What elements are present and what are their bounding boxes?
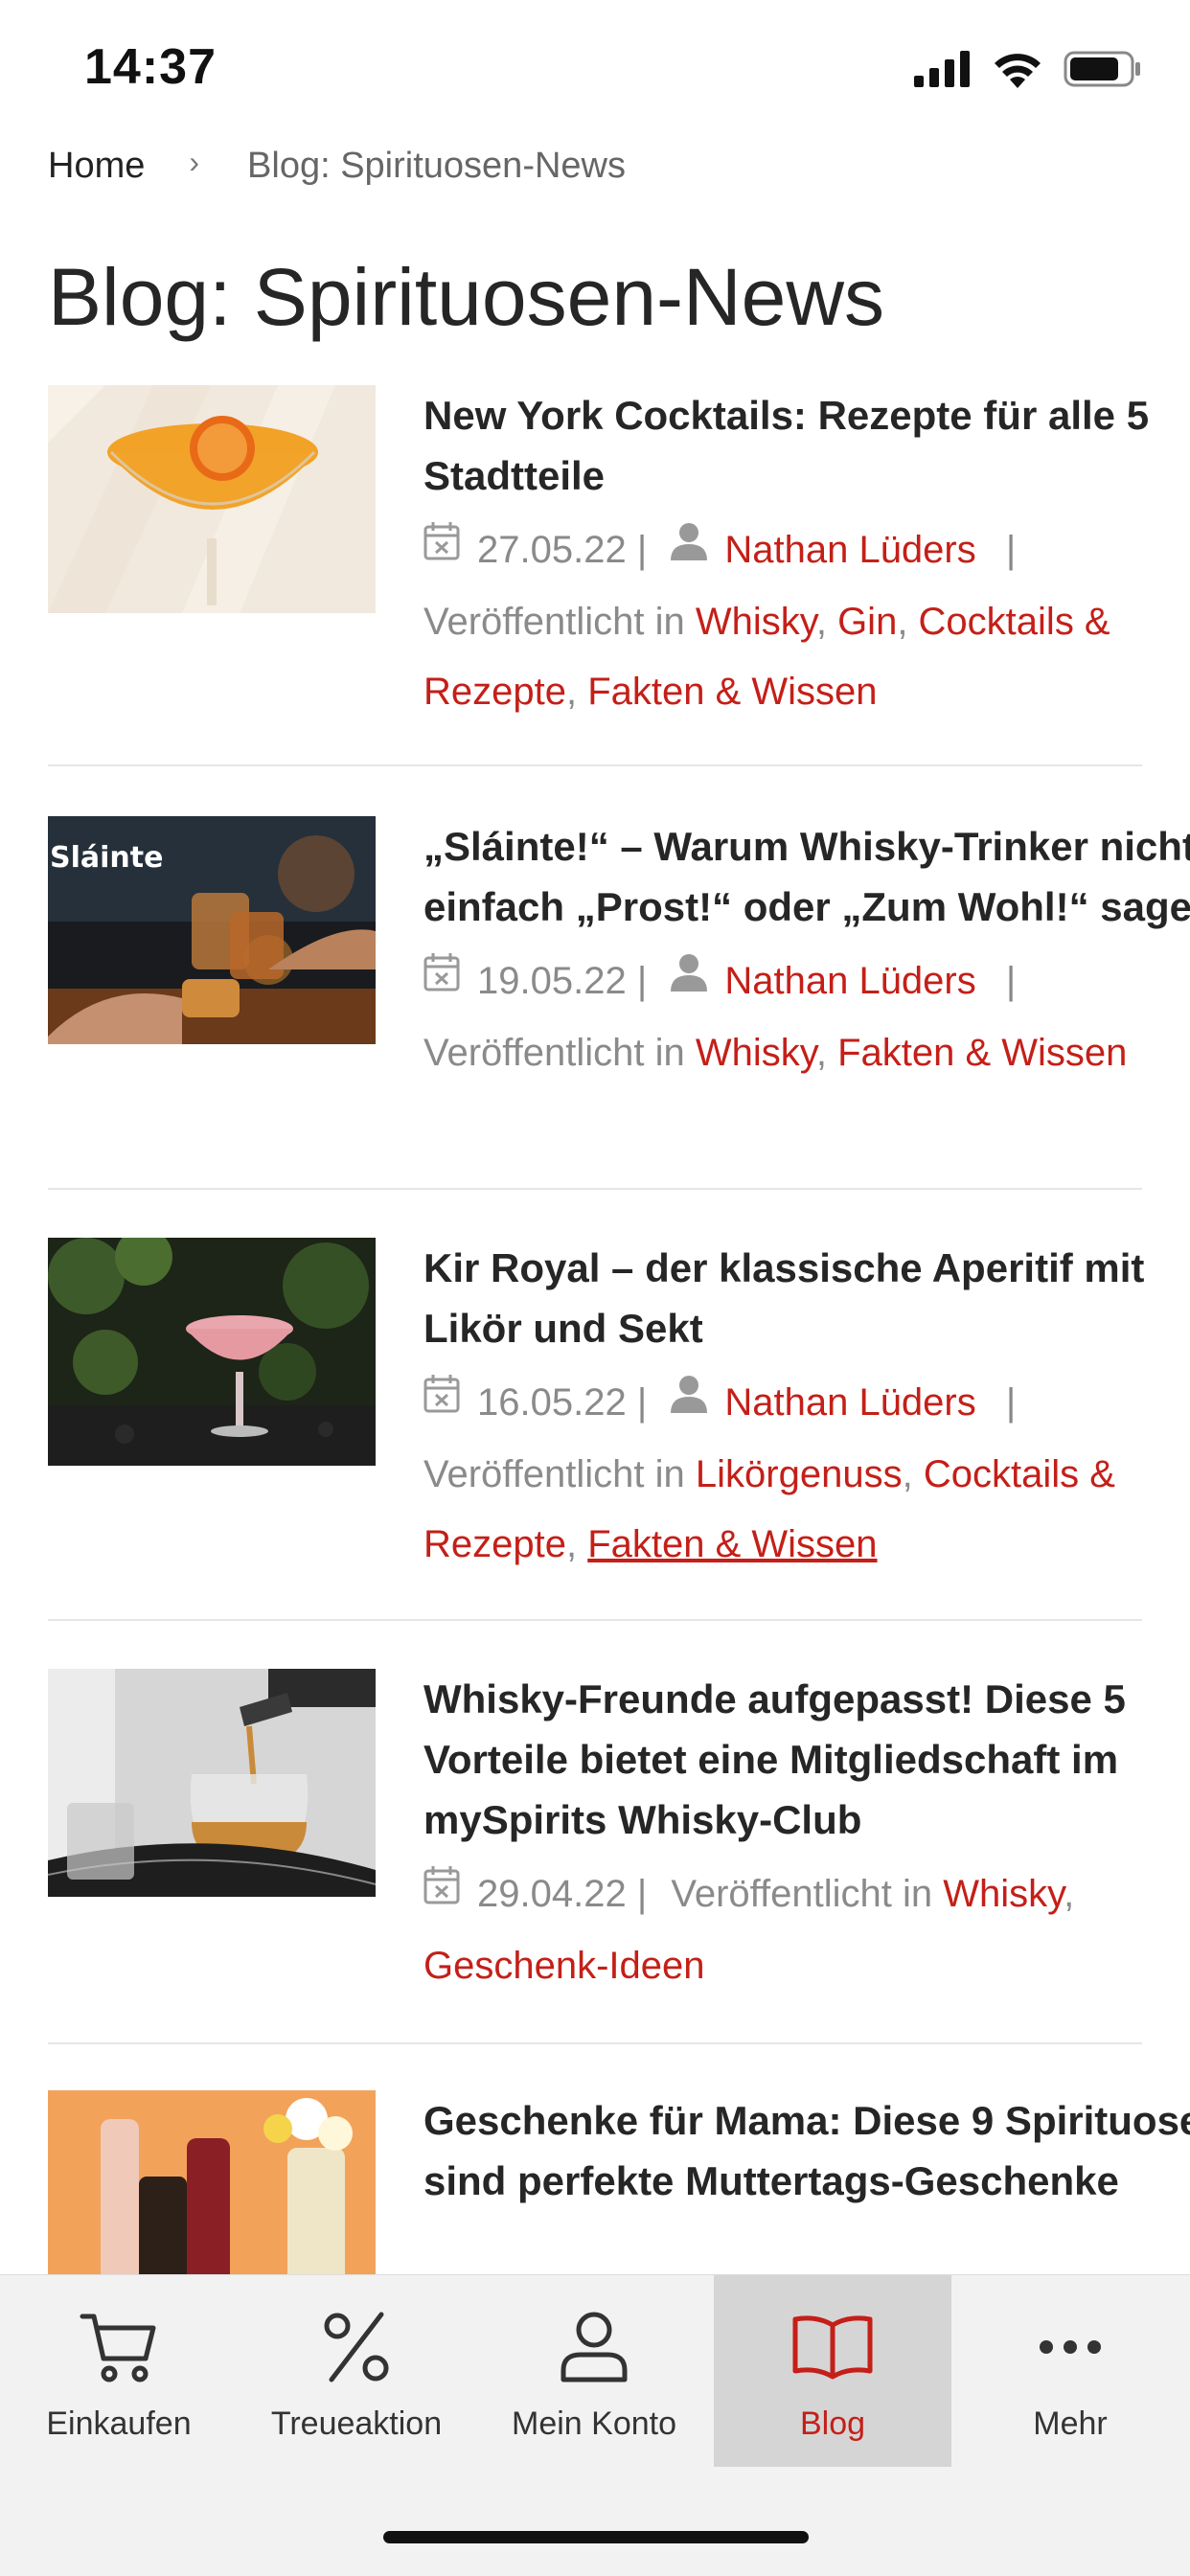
tab-mein-konto[interactable]: Mein Konto [475, 2275, 713, 2467]
published-in-label: Veröffentlicht in [423, 1452, 685, 1495]
status-icons [914, 50, 1142, 88]
post-date: 19.05.22 [477, 960, 627, 1002]
book-icon [714, 2304, 951, 2390]
published-in-label: Veröffentlicht in [671, 1873, 933, 1915]
post-date: 16.05.22 [477, 1381, 627, 1424]
calendar-icon [423, 513, 460, 583]
page-title: Blog: Spirituosen-News [48, 252, 885, 342]
published-in-label: Veröffentlicht in [423, 1031, 685, 1074]
author-icon [671, 945, 708, 1014]
post-author-link[interactable]: Nathan Lüders [724, 960, 975, 1002]
post-thumbnail[interactable] [48, 385, 376, 613]
post-author-link[interactable]: Nathan Lüders [724, 529, 975, 571]
post-thumbnail[interactable] [48, 1238, 376, 1466]
breadcrumb-separator: › [189, 145, 200, 179]
breadcrumb: Home › Blog: Spirituosen-News [48, 145, 626, 187]
cart-icon [0, 2304, 238, 2390]
tab-label: Blog [799, 2405, 866, 2442]
tab-label: Mein Konto [512, 2405, 676, 2442]
post-title[interactable]: „Sláinte!“ – Warum Whisky-Trinker nicht … [423, 816, 1190, 937]
post-divider [48, 1619, 1142, 1621]
home-indicator[interactable] [383, 2531, 809, 2543]
post-meta: 16.05.22 | Nathan Lüders | Veröffentlich… [423, 1368, 1190, 1580]
post-title[interactable]: Whisky-Freunde aufgepasst! Diese 5 Vorte… [423, 1669, 1190, 1850]
post-divider [48, 1188, 1142, 1190]
category-link[interactable]: Whisky [943, 1873, 1064, 1915]
category-link[interactable]: Whisky [696, 601, 816, 643]
tab-label: Einkaufen [46, 2405, 192, 2442]
published-in-label: Veröffentlicht in [423, 600, 685, 643]
tab-label: Mehr [1033, 2405, 1108, 2442]
battery-icon [1064, 51, 1140, 87]
user-icon [475, 2304, 713, 2390]
category-link[interactable]: Fakten & Wissen [837, 1032, 1127, 1074]
post-title[interactable]: Kir Royal – der klassische Aperitif mit … [423, 1238, 1190, 1358]
signal-icon [914, 51, 970, 87]
thumbnail-caption: Sláinte [50, 841, 164, 875]
percent-icon [238, 2304, 475, 2390]
post-meta: 19.05.22 | Nathan Lüders | Veröffentlich… [423, 946, 1190, 1088]
category-link[interactable]: Geschenk-Ideen [423, 1945, 705, 1987]
wifi-icon [995, 54, 1041, 88]
post-author-link[interactable]: Nathan Lüders [724, 1381, 975, 1424]
breadcrumb-current: Blog: Spirituosen-News [247, 146, 626, 186]
tab-einkaufen[interactable]: Einkaufen [0, 2275, 238, 2467]
tab-blog[interactable]: Blog [714, 2275, 951, 2467]
post-date: 29.04.22 [477, 1873, 627, 1915]
category-link[interactable]: Whisky [696, 1032, 816, 1074]
calendar-icon [423, 945, 460, 1014]
tab-treueaktion[interactable]: Treueaktion [238, 2275, 475, 2467]
category-link[interactable]: Gin [837, 601, 897, 643]
post-meta: 29.04.22 | Veröffentlicht in Whisky, Ges… [423, 1859, 1190, 2001]
status-bar: 14:37 [0, 0, 1190, 144]
category-link[interactable]: Fakten & Wissen [587, 671, 877, 713]
calendar-icon [423, 1858, 460, 1927]
post-thumbnail[interactable] [48, 1669, 376, 1897]
post-meta: 27.05.22 | Nathan Lüders | Veröffentlich… [423, 515, 1190, 727]
post-divider [48, 764, 1142, 766]
post-title[interactable]: Geschenke für Mama: Diese 9 Spirituosen … [423, 2090, 1190, 2211]
breadcrumb-home-link[interactable]: Home [48, 146, 145, 187]
post-divider [48, 2042, 1142, 2044]
more-icon [951, 2304, 1189, 2390]
category-link[interactable]: Likörgenuss [696, 1453, 903, 1495]
author-icon [671, 1366, 708, 1436]
status-time: 14:37 [84, 39, 217, 95]
author-icon [671, 513, 708, 583]
post-date: 27.05.22 [477, 529, 627, 571]
post-thumbnail[interactable]: Sláinte [48, 816, 376, 1044]
category-link[interactable]: Fakten & Wissen [587, 1523, 877, 1565]
tab-label: Treueaktion [270, 2405, 443, 2442]
post-title[interactable]: New York Cocktails: Rezepte für alle 5 S… [423, 385, 1190, 506]
tab-mehr[interactable]: Mehr [951, 2275, 1189, 2467]
calendar-icon [423, 1366, 460, 1436]
